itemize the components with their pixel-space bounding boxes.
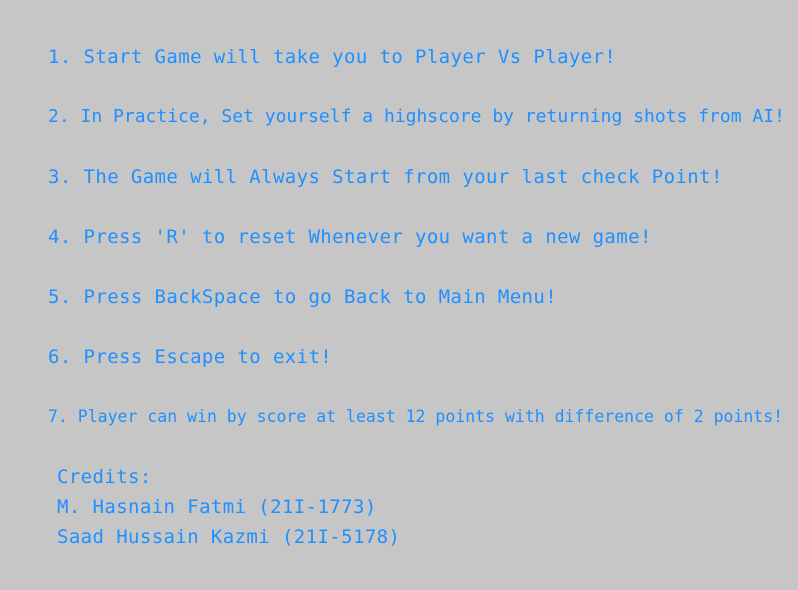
credits-heading: Credits: <box>57 466 152 488</box>
instruction-backspace: 5. Press BackSpace to go Back to Main Me… <box>48 286 558 308</box>
instruction-win-condition: 7. Player can win by score at least 12 p… <box>48 407 784 426</box>
instruction-escape: 6. Press Escape to exit! <box>48 346 333 368</box>
instructions-screen: 1. Start Game will take you to Player Vs… <box>0 0 798 590</box>
instruction-practice: 2. In Practice, Set yourself a highscore… <box>48 106 785 127</box>
credits-author-1: M. Hasnain Fatmi (21I-1773) <box>57 496 377 518</box>
instruction-checkpoint: 3. The Game will Always Start from your … <box>48 166 723 188</box>
instruction-start-game: 1. Start Game will take you to Player Vs… <box>48 46 617 68</box>
instruction-reset: 4. Press 'R' to reset Whenever you want … <box>48 226 652 248</box>
credits-author-2: Saad Hussain Kazmi (21I-5178) <box>57 526 401 548</box>
